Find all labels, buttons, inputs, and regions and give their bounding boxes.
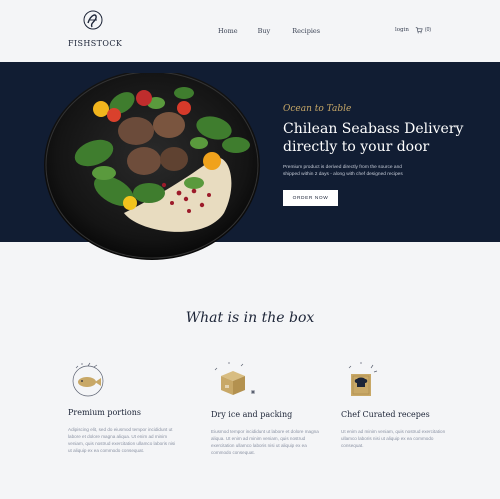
feature-chef-recipes: Chef Curated recepes Ut enim ad minim ve… <box>341 360 451 449</box>
feature-dry-ice: Dry ice and packing Eiusmod tempor incid… <box>211 360 321 456</box>
brand-logo[interactable]: FISHSTOCK <box>68 8 123 48</box>
feature-description: Adipiscing elit, sed do eiusmod tempor i… <box>68 427 176 453</box>
cart-count: (0) <box>424 27 432 33</box>
hero-content: Ocean to Table Chilean Seabass Delivery … <box>283 104 483 206</box>
feature-title: Premium portions <box>68 408 141 417</box>
main-nav: Home Buy Recipies <box>218 27 320 35</box>
feature-description: Eiusmod tempor incididunt ut labore et d… <box>211 429 319 455</box>
feature-premium-portions: Premium portions Adipiscing elit, sed do… <box>68 360 178 454</box>
feature-title: Dry ice and packing <box>211 410 293 419</box>
nav-buy[interactable]: Buy <box>258 27 271 35</box>
hero-title-line2: directly to your door <box>283 139 430 155</box>
brand-name: FISHSTOCK <box>68 39 123 48</box>
feature-title: Chef Curated recepes <box>341 410 430 419</box>
cart-button[interactable]: (0) <box>415 26 431 34</box>
box-icon <box>214 362 255 395</box>
hero-title-line1: Chilean Seabass Delivery <box>283 121 464 137</box>
order-now-button[interactable]: ORDER NOW <box>283 190 338 206</box>
account-nav: login (0) <box>395 26 431 34</box>
hero-tagline: Ocean to Table <box>283 104 352 114</box>
nav-home[interactable]: Home <box>218 27 238 35</box>
hero-description: Premium product is derived directly from… <box>283 165 403 177</box>
nav-recipes[interactable]: Recipies <box>292 27 320 35</box>
login-link[interactable]: login <box>395 27 409 33</box>
fish-icon <box>72 362 104 397</box>
chef-book-icon <box>348 362 378 396</box>
hero-dish-image <box>44 70 264 263</box>
cart-icon <box>415 27 423 34</box>
feature-description: Ut enim ad minim veniam, quis nostrud ex… <box>341 429 446 448</box>
logo-monogram-icon <box>83 10 103 30</box>
hero-title: Chilean Seabass Delivery directly to you… <box>283 120 483 156</box>
section-title: What is in the box <box>185 310 315 326</box>
